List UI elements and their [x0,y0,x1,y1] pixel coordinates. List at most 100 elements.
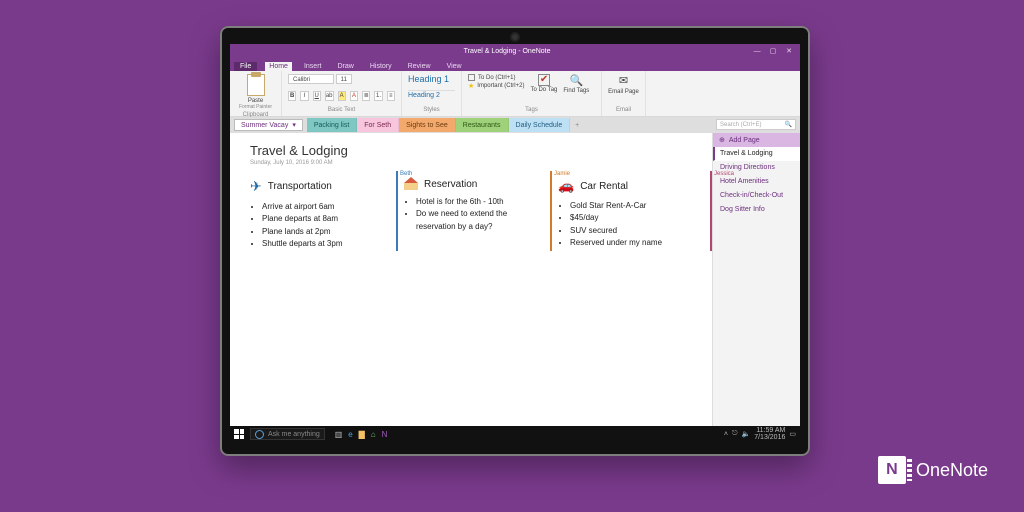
add-page-button[interactable]: ⊕ Add Page [713,133,800,147]
section-tab-forseth[interactable]: For Seth [357,118,399,132]
styles-group-label: Styles [408,107,455,113]
todo-tag-button[interactable]: To Do Tag [530,74,557,93]
close-button[interactable]: ✕ [782,47,796,55]
font-color-button[interactable]: A [350,91,358,101]
font-name-select[interactable]: Calibri [288,74,334,84]
email-group-label: Email [608,107,639,113]
section-tab-sights[interactable]: Sights to See [399,118,456,132]
list-item[interactable]: Do we need to extend the reservation by … [416,208,544,233]
section-tab-daily[interactable]: Daily Schedule [509,118,571,132]
star-icon: ★ [468,82,474,90]
screen: Travel & Lodging - OneNote — ▢ ✕ File Ho… [230,44,800,442]
edge-icon[interactable]: e [348,430,352,439]
house-icon [404,178,418,190]
onenote-taskbar-icon[interactable]: N [382,430,388,439]
add-section-button[interactable]: + [570,122,584,129]
author-indicator-jessica: Jessica [710,171,734,251]
tab-review[interactable]: Review [404,62,435,71]
search-input[interactable]: Search (Ctrl+E) 🔍 [716,119,796,130]
style-heading2[interactable]: Heading 2 [408,90,455,99]
email-page-button[interactable]: ✉ Email Page [608,74,639,95]
group-email: ✉ Email Page Email [602,71,646,116]
basic-text-group-label: Basic Text [288,107,395,113]
section-tab-packing[interactable]: Packing list [307,118,357,132]
group-clipboard: Paste Format Painter Clipboard [230,71,282,116]
plus-circle-icon: ⊕ [719,136,725,144]
strike-button[interactable]: ab [325,91,334,101]
clock-time[interactable]: 11:59 AM [754,427,785,434]
list-item[interactable]: Arrive at airport 6am [262,201,390,213]
list-item[interactable]: SUV secured [570,225,698,237]
list-item[interactable]: Plane departs at 8am [262,213,390,225]
search-icon: 🔍 [569,74,583,87]
chevron-down-icon: ▾ [292,121,296,129]
page-title[interactable]: Travel & Lodging [250,143,698,158]
note-page[interactable]: Travel & Lodging Sunday, July 10, 2016 9… [230,133,712,426]
author-indicator-jamie: Jamie [550,171,570,251]
align-button[interactable]: ≡ [387,91,395,101]
onenote-brand: N OneNote [878,456,988,484]
list-item[interactable]: Plane lands at 2pm [262,226,390,238]
clock-date[interactable]: 7/13/2016 [754,434,785,441]
tab-view[interactable]: View [443,62,466,71]
page-date: Sunday, July 10, 2016 9:00 AM [250,160,698,166]
paste-icon[interactable] [247,74,265,96]
tab-history[interactable]: History [366,62,396,71]
taskbar-pinned: ▥ e ▇ ⌂ N [331,430,388,439]
explorer-icon[interactable]: ▇ [359,430,365,439]
cortana-search[interactable]: Ask me anything [250,428,325,440]
bullets-button[interactable]: ≣ [362,91,370,101]
find-tags-button[interactable]: 🔍 Find Tags [563,74,589,94]
section-tab-restaurants[interactable]: Restaurants [456,118,509,132]
notebook-selector[interactable]: Summer Vacay▾ [234,119,303,131]
group-styles: Heading 1 Heading 2 Styles [402,71,462,116]
tab-insert[interactable]: Insert [300,62,326,71]
tab-file[interactable]: File [234,62,257,71]
list-item[interactable]: Reserved under my name [570,237,698,249]
italic-button[interactable]: I [300,91,308,101]
column-transportation[interactable]: ✈Transportation Arrive at airport 6am Pl… [250,178,390,251]
start-button[interactable] [234,429,244,439]
bold-button[interactable]: B [288,91,296,101]
volume-icon[interactable]: 🔈 [742,430,751,438]
page-list-item[interactable]: Travel & Lodging [713,147,800,161]
todo-check-icon [538,74,550,86]
tab-home[interactable]: Home [265,62,292,71]
tag-gallery[interactable]: To Do (Ctrl+1) ★Important (Ctrl+2) [468,74,524,90]
camera-icon [512,34,518,40]
store-icon[interactable]: ⌂ [371,430,376,439]
onenote-logo-icon: N [878,456,906,484]
numbering-button[interactable]: 1. [374,91,382,101]
column-reservation[interactable]: Reservation Hotel is for the 6th - 10th … [404,178,544,251]
highlight-button[interactable]: A [338,91,346,101]
window-title: Travel & Lodging - OneNote [464,48,551,55]
group-basic-text: Calibri 11 B I U ab A A ≣ 1. ≡ Basic Tex… [282,71,402,116]
tags-group-label: Tags [468,107,595,113]
ribbon: Paste Format Painter Clipboard Calibri 1… [230,71,800,117]
plane-icon: ✈ [250,178,262,195]
maximize-button[interactable]: ▢ [766,47,780,55]
minimize-button[interactable]: — [750,48,764,55]
wifi-icon[interactable]: ⎋ [732,430,738,438]
style-heading1[interactable]: Heading 1 [408,74,455,84]
action-center-icon[interactable]: ▭ [789,430,796,438]
tab-draw[interactable]: Draw [333,62,357,71]
underline-button[interactable]: U [313,91,321,101]
group-tags: To Do (Ctrl+1) ★Important (Ctrl+2) To Do… [462,71,602,116]
format-painter-button[interactable]: Format Painter [236,104,275,110]
mail-icon: ✉ [619,74,628,87]
font-size-select[interactable]: 11 [336,74,352,84]
search-icon: 🔍 [785,121,792,128]
list-item[interactable]: Gold Star Rent-A-Car [570,200,698,212]
workspace: Travel & Lodging Sunday, July 10, 2016 9… [230,133,800,426]
section-strip: Summer Vacay▾ Packing list For Seth Sigh… [230,117,800,133]
taskbar: Ask me anything ▥ e ▇ ⌂ N ˄ ⎋ 🔈 11:59 AM… [230,426,800,442]
taskview-icon[interactable]: ▥ [335,430,343,439]
checkbox-icon [468,74,475,81]
tablet-frame: Travel & Lodging - OneNote — ▢ ✕ File Ho… [220,26,810,456]
tray-expand-icon[interactable]: ˄ [724,431,728,438]
column-car-rental[interactable]: 🚗Car Rental Gold Star Rent-A-Car $45/day… [558,178,698,251]
list-item[interactable]: $45/day [570,212,698,224]
list-item[interactable]: Hotel is for the 6th - 10th [416,196,544,208]
list-item[interactable]: Shuttle departs at 3pm [262,238,390,250]
